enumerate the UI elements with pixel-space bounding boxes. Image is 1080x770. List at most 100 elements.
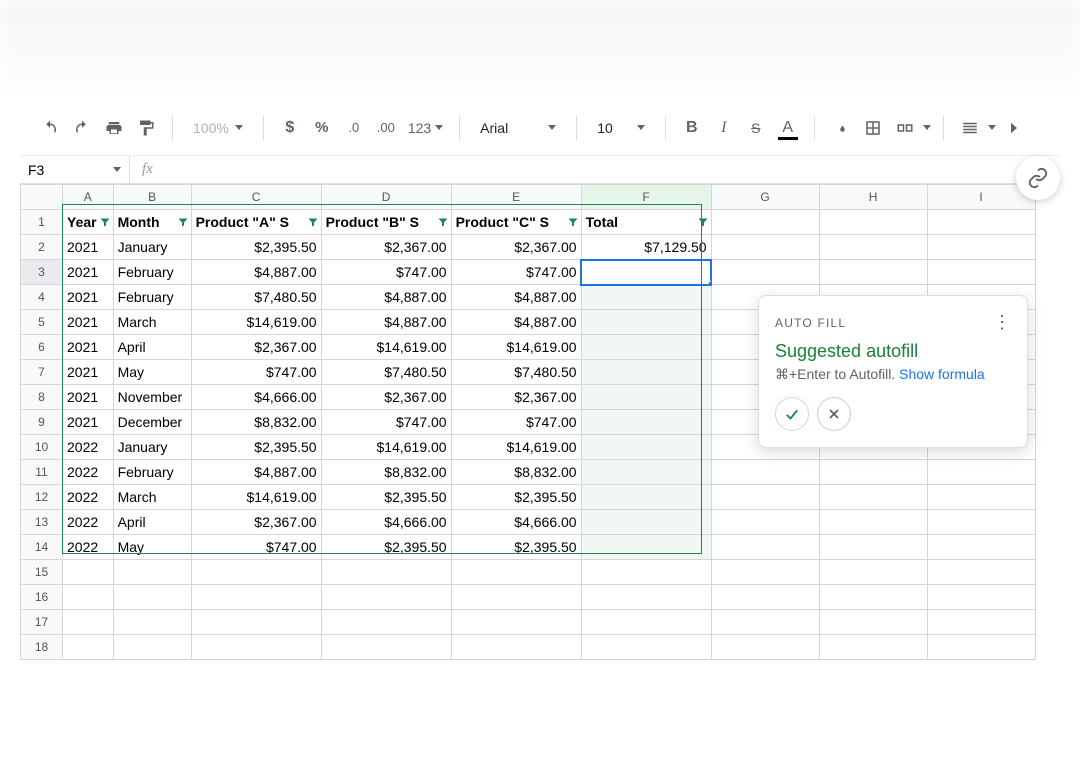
cell-F1[interactable]: Total [581,210,711,235]
increase-decimal-button[interactable]: .00 [372,114,400,142]
cell-C9[interactable]: $8,832.00 [191,410,321,435]
cell-A3[interactable]: 2021 [63,260,114,285]
percent-button[interactable]: % [308,114,336,142]
column-header-G[interactable]: G [711,185,819,210]
cell-D13[interactable]: $4,666.00 [321,510,451,535]
cell-B1[interactable]: Month [113,210,191,235]
cell-F17[interactable] [581,610,711,635]
row-header-7[interactable]: 7 [21,360,63,385]
cell-B17[interactable] [113,610,191,635]
row-header-3[interactable]: 3 [21,260,63,285]
cell-F13[interactable] [581,510,711,535]
cell-I15[interactable] [927,560,1035,585]
cell-A4[interactable]: 2021 [63,285,114,310]
cell-A2[interactable]: 2021 [63,235,114,260]
cell-E2[interactable]: $2,367.00 [451,235,581,260]
cell-H2[interactable] [819,235,927,260]
cell-C2[interactable]: $2,395.50 [191,235,321,260]
cell-F18[interactable] [581,635,711,660]
cell-I3[interactable] [927,260,1035,285]
cell-F7[interactable] [581,360,711,385]
cell-G14[interactable] [711,535,819,560]
cell-G18[interactable] [711,635,819,660]
cell-D14[interactable]: $2,395.50 [321,535,451,560]
cell-B3[interactable]: February [113,260,191,285]
cell-D6[interactable]: $14,619.00 [321,335,451,360]
column-header-A[interactable]: A [63,185,114,210]
cell-F12[interactable] [581,485,711,510]
cell-B6[interactable]: April [113,335,191,360]
cell-F14[interactable] [581,535,711,560]
cell-I11[interactable] [927,460,1035,485]
cell-F3[interactable] [581,260,711,285]
reject-autofill-button[interactable] [817,397,851,431]
cell-F11[interactable] [581,460,711,485]
cell-F8[interactable] [581,385,711,410]
cell-C12[interactable]: $14,619.00 [191,485,321,510]
column-header-B[interactable]: B [113,185,191,210]
row-header-2[interactable]: 2 [21,235,63,260]
cell-A18[interactable] [63,635,114,660]
cell-E6[interactable]: $14,619.00 [451,335,581,360]
cell-G1[interactable] [711,210,819,235]
cell-E16[interactable] [451,585,581,610]
column-header-H[interactable]: H [819,185,927,210]
cell-E3[interactable]: $747.00 [451,260,581,285]
cell-D15[interactable] [321,560,451,585]
cell-B16[interactable] [113,585,191,610]
font-select[interactable]: Arial [472,120,564,136]
cell-C7[interactable]: $747.00 [191,360,321,385]
cell-H11[interactable] [819,460,927,485]
cell-D9[interactable]: $747.00 [321,410,451,435]
cell-B9[interactable]: December [113,410,191,435]
cell-G15[interactable] [711,560,819,585]
row-header-18[interactable]: 18 [21,635,63,660]
cell-E12[interactable]: $2,395.50 [451,485,581,510]
cell-C11[interactable]: $4,887.00 [191,460,321,485]
cell-B7[interactable]: May [113,360,191,385]
cell-C8[interactable]: $4,666.00 [191,385,321,410]
cell-D11[interactable]: $8,832.00 [321,460,451,485]
bold-button[interactable]: B [678,114,706,142]
cell-I14[interactable] [927,535,1035,560]
cell-E10[interactable]: $14,619.00 [451,435,581,460]
row-header-14[interactable]: 14 [21,535,63,560]
zoom-select[interactable]: 100% [185,120,251,136]
cell-D7[interactable]: $7,480.50 [321,360,451,385]
cell-B2[interactable]: January [113,235,191,260]
text-color-button[interactable]: A [774,114,802,142]
cell-A5[interactable]: 2021 [63,310,114,335]
cell-D3[interactable]: $747.00 [321,260,451,285]
cell-D17[interactable] [321,610,451,635]
strikethrough-button[interactable]: S [742,114,770,142]
cell-G11[interactable] [711,460,819,485]
cell-E15[interactable] [451,560,581,585]
row-header-1[interactable]: 1 [21,210,63,235]
cell-H17[interactable] [819,610,927,635]
cell-B4[interactable]: February [113,285,191,310]
cell-I18[interactable] [927,635,1035,660]
align-button[interactable] [956,114,984,142]
undo-button[interactable] [36,114,64,142]
font-size-select[interactable]: 10 [589,120,653,136]
cell-C14[interactable]: $747.00 [191,535,321,560]
cell-D18[interactable] [321,635,451,660]
cell-C16[interactable] [191,585,321,610]
more-formats-button[interactable]: 123 [404,120,447,136]
cell-C17[interactable] [191,610,321,635]
cell-F2[interactable]: $7,129.50 [581,235,711,260]
cell-reference-box[interactable]: F3 [20,156,130,183]
cell-B11[interactable]: February [113,460,191,485]
cell-A11[interactable]: 2022 [63,460,114,485]
cell-A13[interactable]: 2022 [63,510,114,535]
cell-E17[interactable] [451,610,581,635]
row-header-16[interactable]: 16 [21,585,63,610]
cell-F4[interactable] [581,285,711,310]
cell-B8[interactable]: November [113,385,191,410]
cell-E14[interactable]: $2,395.50 [451,535,581,560]
cell-G12[interactable] [711,485,819,510]
print-button[interactable] [100,114,128,142]
cell-E11[interactable]: $8,832.00 [451,460,581,485]
cell-E7[interactable]: $7,480.50 [451,360,581,385]
cell-A1[interactable]: Year [63,210,114,235]
